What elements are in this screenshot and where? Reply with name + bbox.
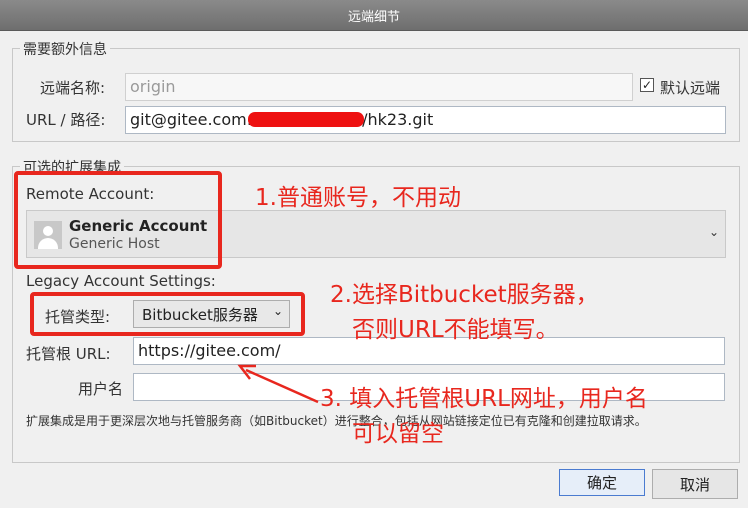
remote-name-field: origin (125, 73, 633, 101)
url-label: URL / 路径: (26, 111, 106, 129)
url-suffix: /hk23.git (362, 110, 434, 129)
url-redaction (248, 112, 364, 127)
dialog-title: 远端细节 (347, 9, 400, 25)
url-prefix: git@gitee.com: (130, 110, 253, 129)
annotation-box-account (14, 171, 222, 269)
annotation-note-1: 1.普通账号，不用动 (255, 185, 461, 211)
required-info-title: 需要额外信息 (20, 39, 110, 59)
default-remote-label: 默认远端 (660, 79, 721, 97)
annotation-note-3-line-1: 3. 填入托管根URL网址，用户名 (320, 386, 648, 412)
username-label: 用户名 (78, 380, 124, 398)
default-remote-checkbox[interactable]: ✓ (640, 78, 654, 92)
annotation-note-3-line-2: 可以留空 (352, 421, 444, 447)
hosting-root-label: 托管根 URL: (26, 345, 111, 363)
dialog-title-bar: 远端细节 (0, 0, 748, 31)
remote-name-label: 远端名称: (40, 79, 106, 97)
legacy-settings-label: Legacy Account Settings: (26, 272, 216, 290)
annotation-note-2-line-2: 否则URL不能填写。 (352, 317, 559, 343)
ok-button[interactable]: 确定 (559, 469, 645, 496)
chevron-down-icon: ⌄ (708, 225, 719, 239)
annotation-note-2-line-1: 2.选择Bitbucket服务器， (330, 282, 599, 308)
url-field[interactable]: git@gitee.com: /hk23.git (125, 106, 726, 134)
cancel-button[interactable]: 取消 (652, 469, 738, 499)
annotation-box-hosting-type (30, 292, 305, 336)
